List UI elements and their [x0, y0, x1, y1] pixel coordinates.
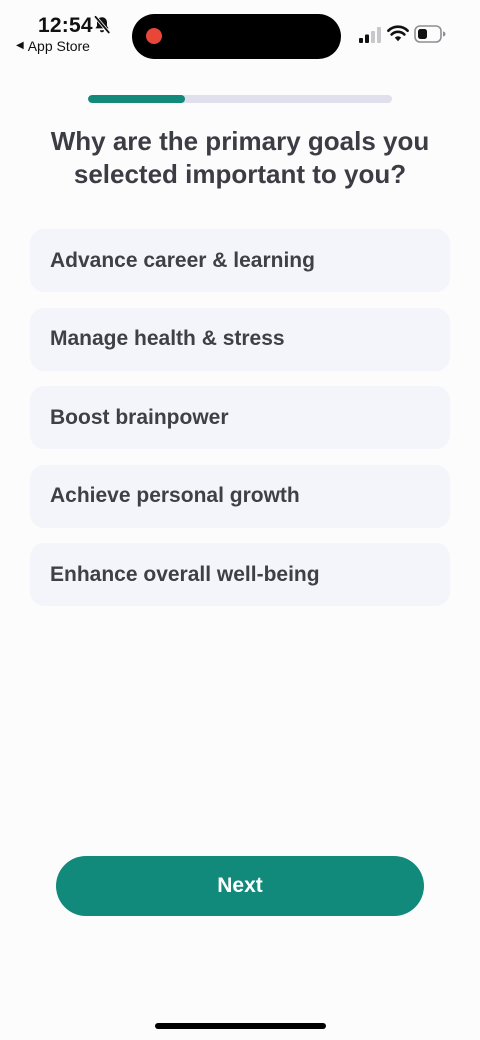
bell-slash-icon [94, 15, 111, 34]
goal-option-label: Enhance overall well-being [50, 562, 320, 586]
back-to-app-store-link[interactable]: ◀ App Store [16, 38, 90, 54]
goal-options-list: Advance career & learning Manage health &… [30, 229, 450, 622]
goal-option[interactable]: Advance career & learning [30, 229, 450, 292]
status-time: 12:54 [38, 14, 93, 37]
back-arrow-icon: ◀ [16, 40, 24, 51]
battery-icon [414, 25, 446, 43]
goal-option-label: Advance career & learning [50, 248, 315, 272]
goal-option[interactable]: Boost brainpower [30, 386, 450, 449]
signal-icon [359, 27, 381, 43]
goal-option-label: Achieve personal growth [50, 484, 300, 507]
goal-option-label: Manage health & stress [50, 327, 285, 350]
goal-option-label: Boost brainpower [50, 405, 229, 429]
goal-option[interactable]: Achieve personal growth [30, 464, 450, 528]
next-button[interactable]: Next [56, 856, 424, 916]
progress-bar [88, 95, 392, 103]
back-link-label: App Store [27, 38, 90, 54]
home-indicator[interactable] [155, 1023, 326, 1029]
status-bar: 12:54 ◀ App Store [0, 0, 480, 64]
dynamic-island [132, 14, 341, 59]
progress-bar-fill [88, 95, 186, 103]
goal-option[interactable]: Manage health & stress [30, 307, 450, 371]
recording-indicator-icon [146, 28, 162, 44]
question-title: Why are the primary goals you selected i… [50, 126, 430, 189]
wifi-icon [387, 25, 409, 42]
goal-option[interactable]: Enhance overall well-being [30, 543, 450, 606]
